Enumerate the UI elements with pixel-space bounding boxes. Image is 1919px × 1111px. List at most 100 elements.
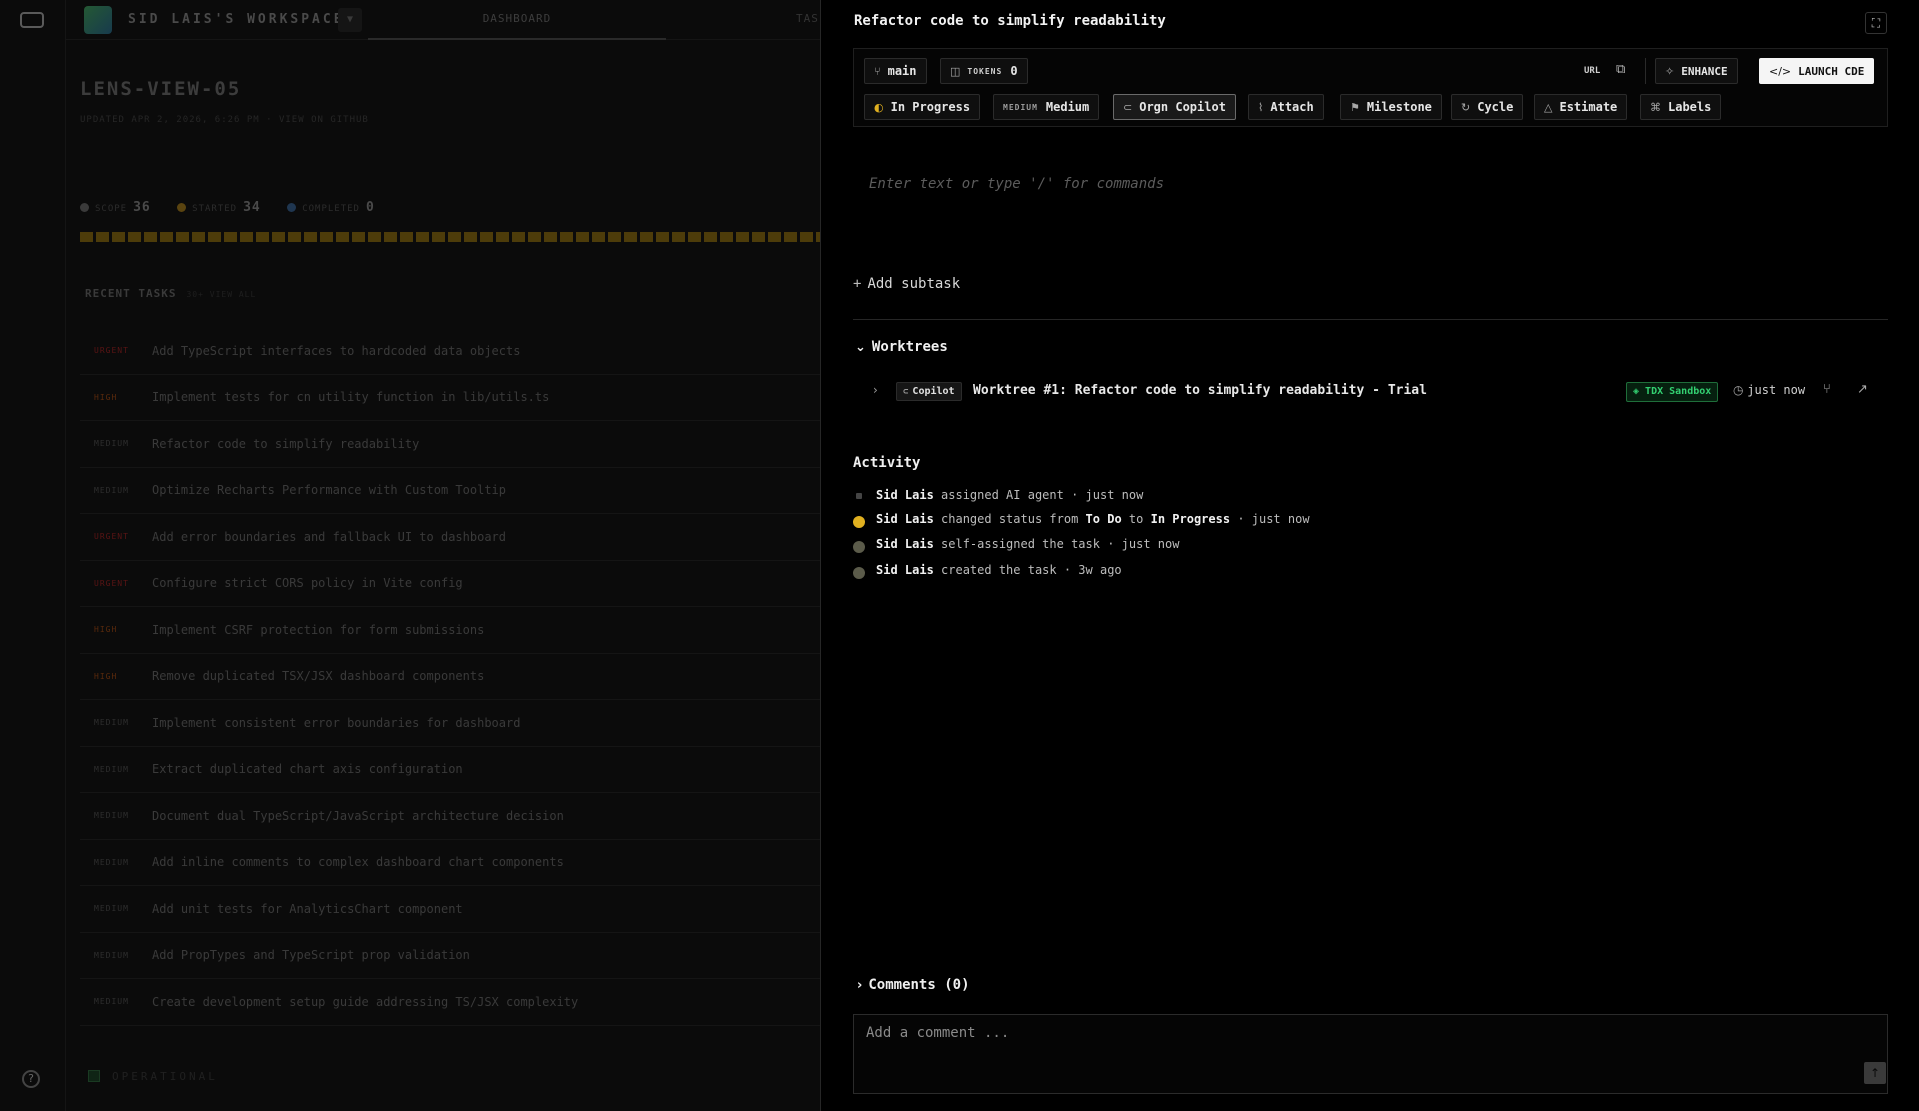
task-title[interactable]: Implement consistent error boundaries fo…: [152, 716, 520, 730]
task-row[interactable]: URGENT Add error boundaries and fallback …: [80, 514, 820, 561]
tab-dashboard[interactable]: DASHBOARD: [368, 12, 666, 25]
priority-badge: HIGH: [94, 392, 118, 402]
agent-icon: ⊂: [903, 387, 909, 397]
task-title[interactable]: Create development setup guide addressin…: [152, 995, 578, 1009]
status-value: In Progress: [890, 100, 971, 114]
active-tab-indicator: [368, 38, 666, 40]
task-row[interactable]: MEDIUM Implement consistent error boundar…: [80, 700, 820, 747]
task-row[interactable]: MEDIUM Extract duplicated chart axis conf…: [80, 747, 820, 793]
priority-badge: HIGH: [94, 625, 118, 635]
sparkle-icon: ✧: [1665, 64, 1675, 78]
git-branch-icon[interactable]: ⑂: [1823, 382, 1831, 397]
stat-label: STARTED: [192, 204, 238, 214]
activity-user[interactable]: Sid Lais: [876, 488, 934, 502]
worktree-time: ◷ just now: [1733, 383, 1805, 397]
help-icon[interactable]: ?: [22, 1070, 40, 1088]
avatar: [853, 541, 865, 553]
worktree-title[interactable]: Worktree #1: Refactor code to simplify r…: [973, 383, 1427, 398]
task-row[interactable]: URGENT Add TypeScript interfaces to hardc…: [80, 328, 820, 375]
worktree-row[interactable]: › ⊂ Copilot Worktree #1: Refactor code to…: [853, 379, 1888, 405]
recent-tasks-heading: RECENT TASKS 30+ VIEW ALL: [85, 287, 256, 300]
enhance-button[interactable]: ✧ ENHANCE: [1655, 58, 1738, 84]
activity-text: assigned AI agent · just now: [941, 488, 1144, 502]
estimate-label: Estimate: [1559, 100, 1618, 114]
worktrees-toggle[interactable]: ⌄ Worktrees: [855, 339, 948, 355]
priority-chip[interactable]: MEDIUM Medium: [993, 94, 1100, 120]
comment-input[interactable]: Add a comment ...: [866, 1025, 1009, 1041]
view-all-link[interactable]: 30+ VIEW ALL: [186, 290, 256, 299]
task-row[interactable]: MEDIUM Create development setup guide add…: [80, 979, 820, 1026]
milestone-button[interactable]: ⚑ Milestone: [1340, 94, 1442, 120]
task-row[interactable]: MEDIUM Add PropTypes and TypeScript prop …: [80, 933, 820, 979]
stat-label: SCOPE: [95, 204, 128, 214]
task-row[interactable]: URGENT Configure strict CORS policy in Vi…: [80, 561, 820, 607]
chevron-down-icon[interactable]: ▼: [338, 8, 362, 32]
add-subtask-button[interactable]: + Add subtask: [853, 276, 960, 292]
tokens-chip[interactable]: ◫ TOKENS 0: [940, 58, 1028, 84]
branch-chip[interactable]: ⑂ main: [864, 58, 927, 84]
priority-badge: MEDIUM: [94, 904, 129, 914]
task-title[interactable]: Remove duplicated TSX/JSX dashboard comp…: [152, 669, 484, 683]
task-row[interactable]: MEDIUM Add inline comments to complex das…: [80, 840, 820, 886]
tag-icon: ⌘: [1650, 100, 1661, 114]
labels-button[interactable]: ⌘ Labels: [1640, 94, 1722, 120]
task-row[interactable]: HIGH Implement CSRF protection for form s…: [80, 607, 820, 654]
task-title[interactable]: Add error boundaries and fallback UI to …: [152, 530, 506, 544]
activity-user[interactable]: Sid Lais: [876, 563, 934, 577]
agent-badge: ⊂ Copilot: [896, 382, 962, 401]
priority-badge: URGENT: [94, 578, 129, 588]
workspace-name[interactable]: SID LAIS'S WORKSPACE: [128, 12, 345, 27]
priority-badge: MEDIUM: [94, 485, 129, 495]
workspace-avatar[interactable]: [84, 6, 112, 34]
task-row[interactable]: HIGH Implement tests for cn utility funct…: [80, 375, 820, 421]
task-row[interactable]: MEDIUM Refactor code to simplify readabil…: [80, 421, 820, 468]
task-title[interactable]: Refactor code to simplify readability: [854, 13, 1166, 29]
task-title[interactable]: Add unit tests for AnalyticsChart compon…: [152, 902, 463, 916]
task-row[interactable]: MEDIUM Add unit tests for AnalyticsChart …: [80, 886, 820, 933]
sandbox-icon: ◈: [1633, 386, 1646, 397]
attach-button[interactable]: ⌇ Attach: [1248, 94, 1324, 120]
tokens-value: 0: [1010, 64, 1018, 78]
copy-icon[interactable]: ⧉: [1616, 63, 1630, 77]
task-row[interactable]: HIGH Remove duplicated TSX/JSX dashboard …: [80, 654, 820, 700]
task-title[interactable]: Add PropTypes and TypeScript prop valida…: [152, 948, 470, 962]
task-title[interactable]: Extract duplicated chart axis configurat…: [152, 762, 463, 776]
url-label: URL: [1584, 66, 1601, 76]
app-logo-icon[interactable]: [20, 12, 44, 28]
tab-tasks[interactable]: TAS: [796, 12, 819, 25]
status-chip[interactable]: ◐ In Progress: [864, 94, 981, 120]
task-title[interactable]: Implement tests for cn utility function …: [152, 390, 549, 404]
activity-user[interactable]: Sid Lais: [876, 537, 934, 551]
task-title[interactable]: Refactor code to simplify readability: [152, 437, 419, 451]
enhance-label: ENHANCE: [1681, 64, 1728, 78]
comment-box[interactable]: Add a comment ... ↑: [853, 1014, 1888, 1094]
task-row[interactable]: MEDIUM Optimize Recharts Performance with…: [80, 468, 820, 514]
expand-icon[interactable]: ⛶: [1865, 12, 1887, 34]
task-title[interactable]: Add inline comments to complex dashboard…: [152, 855, 564, 869]
priority-badge: URGENT: [94, 532, 129, 542]
tokens-icon: ◫: [950, 64, 961, 78]
description-editor[interactable]: Enter text or type '/' for commands: [869, 176, 1164, 192]
task-title[interactable]: Add TypeScript interfaces to hardcoded d…: [152, 344, 520, 358]
send-icon[interactable]: ↑: [1864, 1062, 1886, 1084]
sandbox-label: TDX Sandbox: [1645, 386, 1712, 397]
external-link-icon[interactable]: ↗: [1857, 382, 1868, 397]
activity-user[interactable]: Sid Lais: [876, 512, 934, 526]
task-title[interactable]: Configure strict CORS policy in Vite con…: [152, 576, 463, 590]
comments-toggle[interactable]: › Comments (0): [857, 977, 970, 993]
milestone-label: Milestone: [1366, 100, 1432, 114]
task-title[interactable]: Implement CSRF protection for form submi…: [152, 623, 484, 637]
divider: [853, 319, 1888, 320]
avatar: [853, 567, 865, 579]
assignee-chip[interactable]: ⊂ Orgn Copilot: [1113, 94, 1236, 120]
chevron-right-icon[interactable]: ›: [873, 383, 878, 397]
priority-badge: MEDIUM: [94, 811, 129, 821]
project-meta[interactable]: UPDATED APR 2, 2026, 6:26 PM · VIEW ON G…: [80, 115, 369, 125]
estimate-button[interactable]: △ Estimate: [1534, 94, 1628, 120]
task-title[interactable]: Optimize Recharts Performance with Custo…: [152, 483, 506, 497]
task-title[interactable]: Document dual TypeScript/JavaScript arch…: [152, 809, 564, 823]
cycle-button[interactable]: ↻ Cycle: [1451, 94, 1524, 120]
launch-cde-button[interactable]: </> LAUNCH CDE: [1759, 58, 1875, 84]
task-row[interactable]: MEDIUM Document dual TypeScript/JavaScrip…: [80, 793, 820, 840]
agent-icon: [856, 493, 862, 499]
